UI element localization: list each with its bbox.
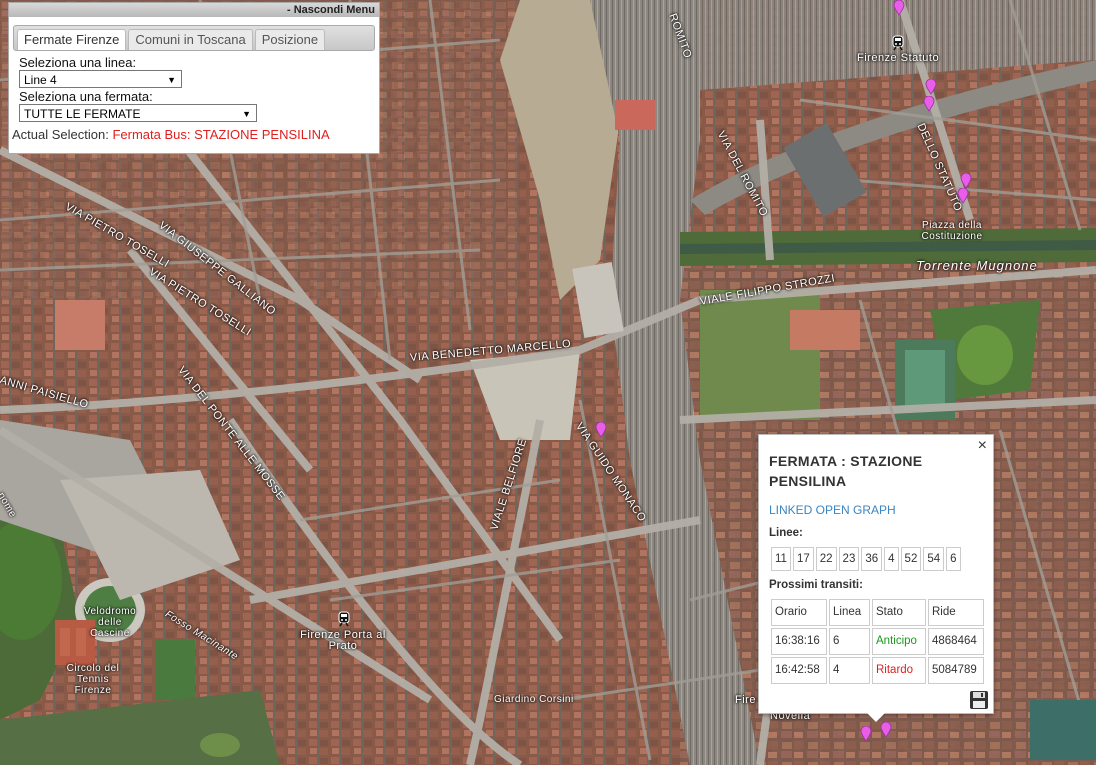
tab-bar: Fermate Firenze Comuni in Toscana Posizi… <box>13 25 375 51</box>
header-linea: Linea <box>829 599 870 626</box>
chevron-down-icon: ▼ <box>242 109 251 119</box>
transits-heading: Prossimi transiti: <box>769 579 863 591</box>
header-ride: Ride <box>928 599 984 626</box>
map-label-giardino-corsini: Giardino Corsini <box>494 694 574 705</box>
stop-select-label: Seleziona una fermata: <box>19 89 153 104</box>
map-label-circolo-tennis: Circolo del Tennis Firenze <box>66 663 120 696</box>
transits-table: Orario Linea Stato Ride 16:38:16 6 Antic… <box>769 597 986 686</box>
header-orario: Orario <box>771 599 827 626</box>
line-select-label: Seleziona una linea: <box>19 55 137 70</box>
stop-info-popup: × FERMATA : STAZIONE PENSILINA LINKED OP… <box>758 434 994 722</box>
map-label-fire: Fire <box>735 694 756 706</box>
transit-time: 16:38:16 <box>771 628 827 655</box>
map-label-firenze-statuto: Firenze Statuto <box>857 52 940 64</box>
line-badge[interactable]: 52 <box>900 547 922 571</box>
transits-header-row: Orario Linea Stato Ride <box>771 599 984 626</box>
line-badge[interactable]: 36 <box>861 547 883 571</box>
transit-time: 16:42:58 <box>771 657 827 684</box>
line-select[interactable]: Line 4 ▼ <box>19 70 182 88</box>
popup-pointer <box>867 713 885 722</box>
stop-select-value: TUTTE LE FERMATE <box>24 107 141 121</box>
line-badge[interactable]: 11 <box>771 547 791 571</box>
lines-row: 11 17 22 23 36 4 52 54 6 <box>771 547 961 571</box>
table-row: 16:38:16 6 Anticipo 4868464 <box>771 628 984 655</box>
transit-ride: 4868464 <box>928 628 984 655</box>
line-badge[interactable]: 23 <box>838 547 860 571</box>
stop-select[interactable]: TUTTE LE FERMATE ▼ <box>19 104 257 122</box>
train-station-icon[interactable] <box>891 35 905 51</box>
line-badge[interactable]: 17 <box>792 547 814 571</box>
control-panel: - Nascondi Menu Fermate Firenze Comuni i… <box>8 2 380 154</box>
map-label-firenze-porta-al-prato: Firenze Porta al Prato <box>300 629 386 652</box>
header-stato: Stato <box>872 599 926 626</box>
bus-stop-pin-icon[interactable] <box>923 96 935 112</box>
tab-fermate-firenze[interactable]: Fermate Firenze <box>17 29 127 50</box>
bus-stop-pin-icon[interactable] <box>960 173 972 189</box>
actual-selection: Actual Selection: Fermata Bus: STAZIONE … <box>12 127 379 142</box>
transit-status: Anticipo <box>872 628 926 655</box>
hide-menu-button[interactable]: - Nascondi Menu <box>9 3 379 17</box>
actual-selection-label: Actual Selection: <box>12 127 109 142</box>
line-badge[interactable]: 4 <box>884 547 899 571</box>
map-label-piazza-costituzione: Piazza della Costituzione <box>921 220 983 242</box>
actual-selection-value: Fermata Bus: STAZIONE PENSILINA <box>112 127 330 142</box>
close-icon[interactable]: × <box>978 437 987 455</box>
transit-status: Ritardo <box>872 657 926 684</box>
line-badge[interactable]: 22 <box>815 547 837 571</box>
bus-stop-pin-icon[interactable] <box>957 188 969 204</box>
bus-stop-pin-icon[interactable] <box>595 422 607 438</box>
table-row: 16:42:58 4 Ritardo 5084789 <box>771 657 984 684</box>
save-icon[interactable] <box>969 690 989 710</box>
map-label-torrente-mugnone: Torrente Mugnone <box>916 258 1038 273</box>
popup-title: FERMATA : STAZIONE PENSILINA <box>769 453 923 489</box>
train-station-icon[interactable] <box>337 611 351 627</box>
transit-line: 6 <box>829 628 870 655</box>
tab-posizione[interactable]: Posizione <box>254 29 326 50</box>
lines-heading: Linee: <box>769 527 803 539</box>
bus-stop-pin-icon[interactable] <box>860 726 872 742</box>
tab-comuni-in-toscana[interactable]: Comuni in Toscana <box>128 29 253 50</box>
chevron-down-icon: ▼ <box>167 75 176 85</box>
line-badge[interactable]: 6 <box>946 547 961 571</box>
lines-table: 11 17 22 23 36 4 52 54 6 <box>769 545 963 573</box>
bus-stop-pin-icon[interactable] <box>925 79 937 95</box>
line-badge[interactable]: 54 <box>923 547 945 571</box>
bus-stop-pin-icon[interactable] <box>893 0 905 16</box>
transit-line: 4 <box>829 657 870 684</box>
transit-ride: 5084789 <box>928 657 984 684</box>
bus-stop-pin-icon[interactable] <box>880 722 892 738</box>
map-label-velodromo: Velodromo delle Cascine <box>83 606 137 639</box>
linked-open-graph-link[interactable]: LINKED OPEN GRAPH <box>769 503 983 517</box>
line-select-value: Line 4 <box>24 73 57 87</box>
